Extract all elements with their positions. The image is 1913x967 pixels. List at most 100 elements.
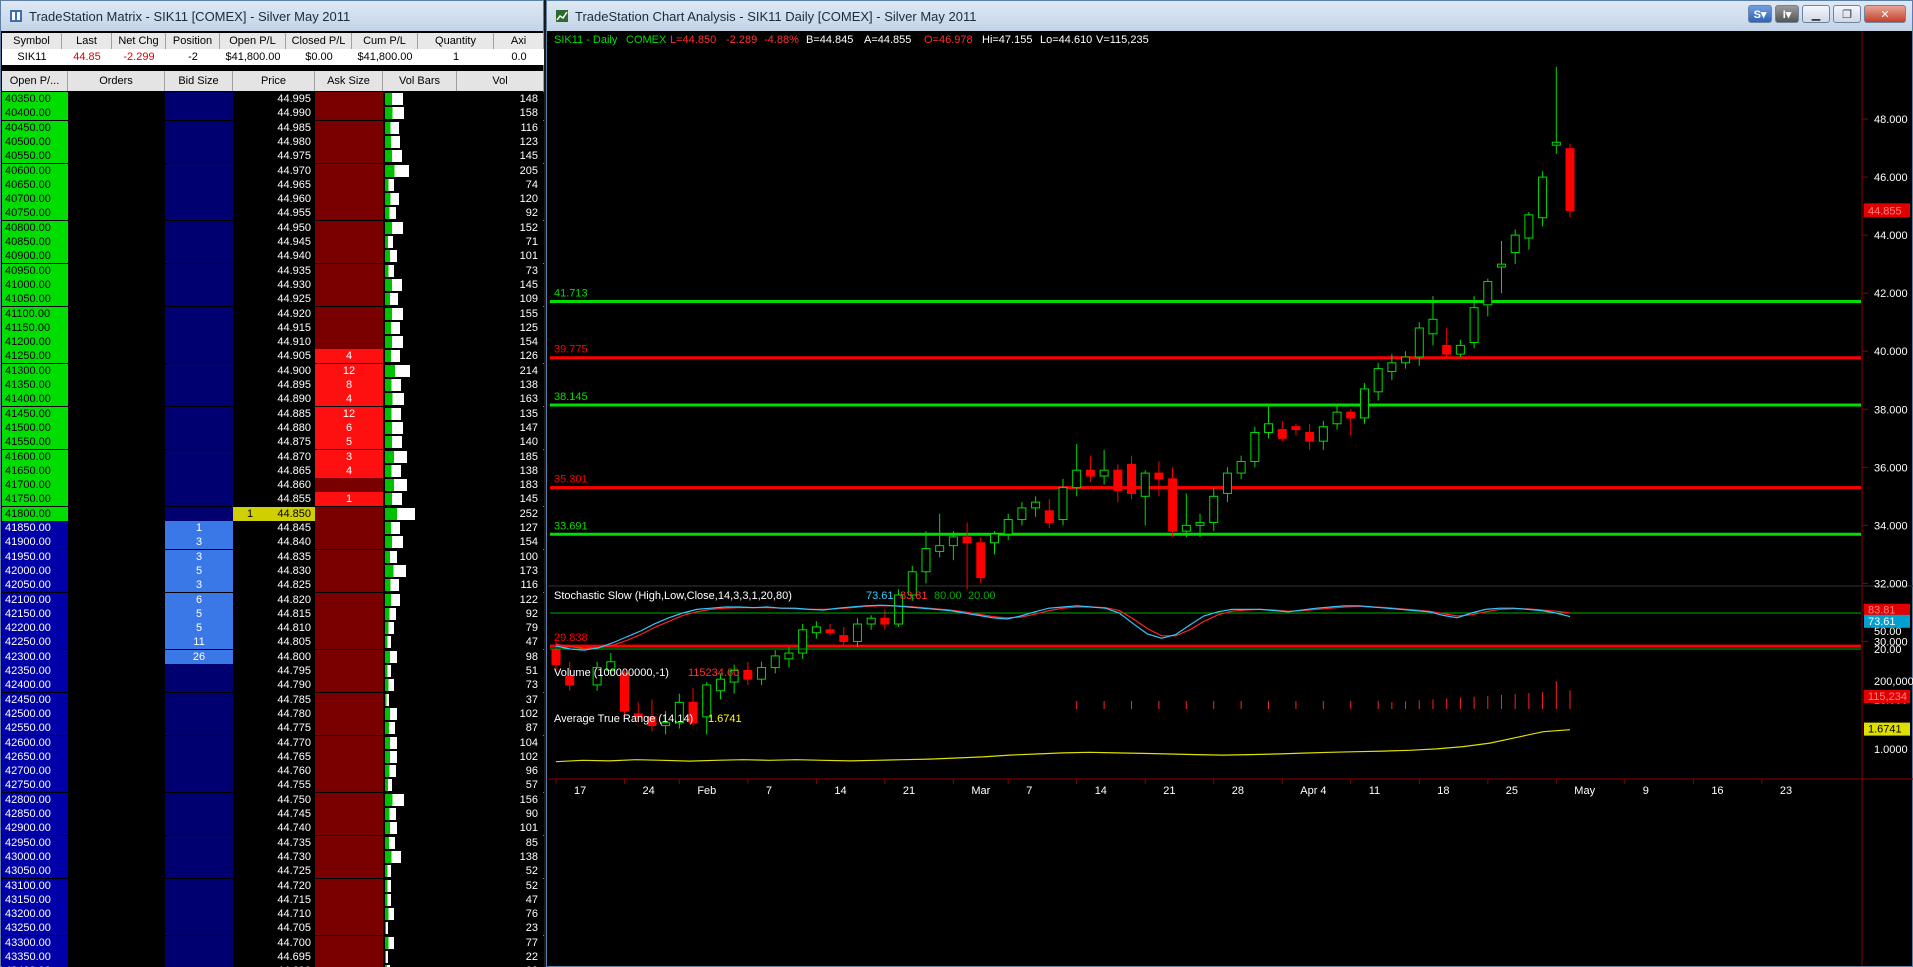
orders-cell[interactable]	[68, 206, 165, 221]
bid-size-cell[interactable]	[165, 478, 233, 493]
orders-cell[interactable]	[68, 878, 165, 893]
orders-cell[interactable]	[68, 277, 165, 292]
price-cell[interactable]: 44.875	[233, 435, 315, 450]
orders-cell[interactable]	[68, 692, 165, 707]
orders-cell[interactable]	[68, 749, 165, 764]
ladder-row[interactable]: 40700.00 44.960 120	[2, 192, 544, 207]
quote-col-header[interactable]: Last	[62, 33, 112, 49]
ask-size-cell[interactable]	[315, 649, 383, 664]
orders-cell[interactable]	[68, 149, 165, 164]
ladder-row[interactable]: 40500.00 44.980 123	[2, 134, 544, 149]
orders-cell[interactable]	[68, 435, 165, 450]
ask-size-cell[interactable]: 6	[315, 420, 383, 435]
ask-size-cell[interactable]	[315, 821, 383, 836]
ask-size-cell[interactable]: 4	[315, 463, 383, 478]
price-cell[interactable]: 44.795	[233, 664, 315, 678]
quote-col-header[interactable]: Symbol	[2, 33, 62, 49]
price-cell[interactable]: 44.860	[233, 478, 315, 493]
ask-size-cell[interactable]	[315, 935, 383, 950]
ladder-row[interactable]: 40800.00 44.950 152	[2, 220, 544, 235]
orders-cell[interactable]	[68, 664, 165, 678]
ladder-row[interactable]: 41700.00 44.860 183	[2, 478, 544, 493]
price-cell[interactable]: 44.935	[233, 263, 315, 278]
ladder-row[interactable]: 43150.00 44.715 47	[2, 892, 544, 907]
ladder-col-header[interactable]: Vol	[457, 71, 544, 91]
ladder-row[interactable]: 43350.00 44.695 22	[2, 950, 544, 964]
price-cell[interactable]: 44.825	[233, 578, 315, 593]
bid-size-cell[interactable]	[165, 206, 233, 221]
ladder-row[interactable]: 41850.00 1 44.845 127	[2, 521, 544, 535]
orders-cell[interactable]	[68, 492, 165, 507]
price-cell[interactable]: 44.970	[233, 163, 315, 178]
price-cell[interactable]: 44.765	[233, 749, 315, 764]
orders-cell[interactable]	[68, 635, 165, 650]
orders-cell[interactable]	[68, 263, 165, 278]
ladder-col-header[interactable]: Orders	[68, 71, 165, 91]
ask-size-cell[interactable]	[315, 692, 383, 707]
price-cell[interactable]: 44.905	[233, 349, 315, 364]
ladder-row[interactable]: 41300.00 44.900 12 214	[2, 363, 544, 378]
ladder-row[interactable]: 40350.00 44.995 148	[2, 92, 544, 106]
ask-size-cell[interactable]: 5	[315, 435, 383, 450]
bid-size-cell[interactable]	[165, 92, 233, 106]
orders-cell[interactable]	[68, 420, 165, 435]
orders-cell[interactable]	[68, 292, 165, 307]
orders-cell[interactable]	[68, 907, 165, 922]
ladder-row[interactable]: 43300.00 44.700 77	[2, 935, 544, 950]
ask-size-cell[interactable]	[315, 563, 383, 578]
orders-cell[interactable]	[68, 578, 165, 593]
ask-size-cell[interactable]	[315, 621, 383, 636]
orders-cell[interactable]	[68, 506, 165, 521]
ladder-row[interactable]: 40550.00 44.975 145	[2, 149, 544, 164]
ladder-row[interactable]: 42000.00 5 44.830 173	[2, 563, 544, 578]
orders-cell[interactable]	[68, 406, 165, 421]
ladder-row[interactable]: 42900.00 44.740 101	[2, 821, 544, 836]
bid-size-cell[interactable]: 5	[165, 621, 233, 636]
bid-size-cell[interactable]	[165, 892, 233, 907]
bid-size-cell[interactable]: 3	[165, 578, 233, 593]
bid-size-cell[interactable]	[165, 764, 233, 779]
price-cell[interactable]: 44.900	[233, 363, 315, 378]
bid-size-cell[interactable]	[165, 449, 233, 464]
ask-size-cell[interactable]	[315, 235, 383, 249]
bid-size-cell[interactable]	[165, 878, 233, 893]
bid-size-cell[interactable]	[165, 249, 233, 264]
ladder-col-header[interactable]: Vol Bars	[383, 71, 457, 91]
bid-size-cell[interactable]: 3	[165, 535, 233, 550]
orders-cell[interactable]	[68, 378, 165, 392]
orders-cell[interactable]	[68, 177, 165, 192]
bid-size-cell[interactable]	[165, 706, 233, 721]
price-cell[interactable]: 44.755	[233, 778, 315, 793]
price-cell[interactable]: 44.830	[233, 563, 315, 578]
bid-size-cell[interactable]	[165, 335, 233, 350]
price-cell[interactable]: 44.840	[233, 535, 315, 550]
quote-col-header[interactable]: Closed P/L	[286, 33, 352, 49]
orders-cell[interactable]	[68, 363, 165, 378]
bid-size-cell[interactable]	[165, 849, 233, 864]
ask-size-cell[interactable]	[315, 950, 383, 964]
ask-size-cell[interactable]	[315, 792, 383, 807]
price-cell[interactable]: 44.940	[233, 249, 315, 264]
ladder-col-header[interactable]: Open P/...	[2, 71, 68, 91]
price-cell[interactable]: 44.985	[233, 120, 315, 135]
orders-cell[interactable]	[68, 392, 165, 407]
ladder-row[interactable]: 40850.00 44.945 71	[2, 235, 544, 249]
ask-size-cell[interactable]	[315, 907, 383, 922]
ladder-row[interactable]: 41200.00 44.910 154	[2, 335, 544, 350]
ask-size-cell[interactable]	[315, 764, 383, 779]
price-cell[interactable]: 44.800	[233, 649, 315, 664]
ask-size-cell[interactable]	[315, 263, 383, 278]
ask-size-cell[interactable]	[315, 206, 383, 221]
price-cell[interactable]: 44.980	[233, 134, 315, 149]
orders-cell[interactable]	[68, 735, 165, 750]
orders-cell[interactable]	[68, 449, 165, 464]
price-cell[interactable]: 44.880	[233, 420, 315, 435]
ask-size-cell[interactable]	[315, 521, 383, 535]
price-cell[interactable]: 44.835	[233, 549, 315, 564]
bid-size-cell[interactable]: 5	[165, 563, 233, 578]
orders-cell[interactable]	[68, 192, 165, 207]
ask-size-cell[interactable]	[315, 592, 383, 607]
price-cell[interactable]: 44.810	[233, 621, 315, 636]
bid-size-cell[interactable]	[165, 792, 233, 807]
ask-size-cell[interactable]: 8	[315, 378, 383, 392]
